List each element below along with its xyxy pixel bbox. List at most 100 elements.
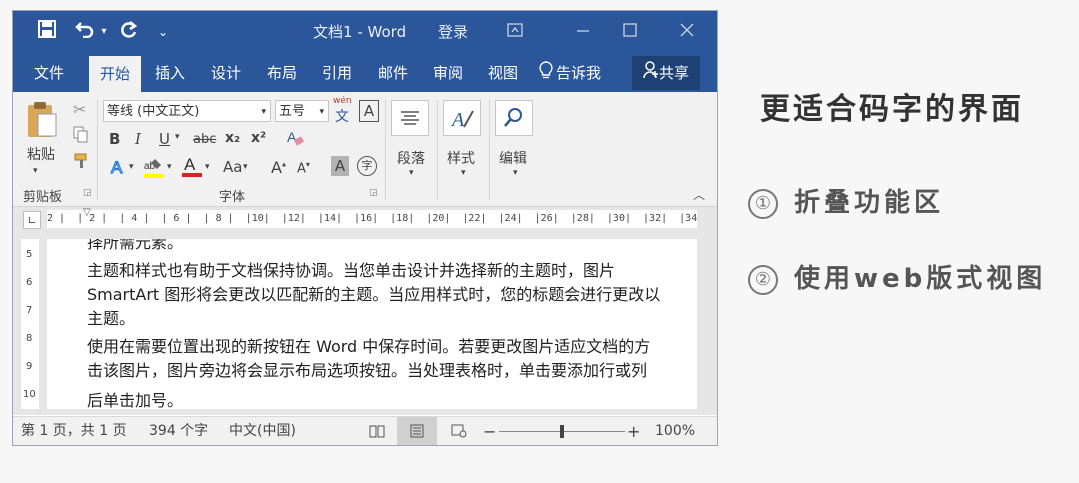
document-line: 主题和样式也有助于文档保持协调。当您单击设计并选择新的主题时，图片 (87, 261, 616, 280)
paste-icon[interactable] (25, 100, 59, 144)
number-badge: ① (748, 188, 778, 219)
grow-font-button[interactable]: A▴ (271, 158, 286, 177)
tab-review[interactable]: 审阅 (422, 54, 474, 92)
tab-layout[interactable]: 布局 (256, 54, 308, 92)
editing-dropdown-icon[interactable]: ▾ (513, 168, 518, 178)
read-mode-icon[interactable] (365, 417, 389, 445)
language-indicator[interactable]: 中文(中国) (229, 417, 296, 445)
collapse-ribbon-icon[interactable]: ︿ (693, 186, 705, 203)
indent-marker-icon[interactable]: ▽ (83, 207, 91, 218)
zoom-in-button[interactable]: + (627, 417, 640, 445)
styles-icon[interactable]: A (443, 100, 481, 136)
tab-view[interactable]: 视图 (477, 54, 529, 92)
zoom-thumb[interactable] (560, 425, 564, 438)
font-color-dropdown-icon[interactable]: ▾ (205, 162, 210, 172)
document-line: 击该图片，图片旁边将会显示布局选项按钮。当处理表格时，单击要添加行或列 (87, 361, 648, 380)
tell-me-label: 告诉我 (556, 64, 602, 82)
enclose-characters-button[interactable]: 字 (357, 156, 377, 176)
lightbulb-icon (539, 55, 553, 93)
undo-icon[interactable] (73, 20, 97, 44)
highlight-icon[interactable]: ab (141, 156, 167, 184)
ruler-marks: 2 | | 2 | | 4 | | 6 | | 8 | |10| |12| |1… (47, 210, 697, 228)
redo-icon[interactable] (117, 20, 141, 44)
shrink-font-button[interactable]: A▾ (297, 160, 310, 176)
phonetic-pinyin: wén (333, 96, 352, 106)
phonetic-guide-icon[interactable]: wén 文 (333, 96, 352, 126)
print-layout-icon[interactable] (397, 417, 437, 445)
superscript-button[interactable]: x² (251, 130, 266, 146)
document-page[interactable]: 择所需元素。 主题和样式也有助于文档保持协调。当您单击设计并选择新的主题时，图片… (47, 239, 697, 409)
web-layout-icon[interactable] (447, 417, 471, 445)
svg-text:A: A (111, 158, 123, 177)
tab-mailings[interactable]: 邮件 (367, 54, 419, 92)
undo-dropdown-icon[interactable]: ▾ (97, 20, 111, 44)
change-case-button[interactable]: Aa (223, 158, 242, 176)
document-line: 主题。 (87, 309, 136, 328)
customize-quick-access-icon[interactable]: ⌄ (155, 20, 171, 44)
document-line: 择所需元素。 (87, 239, 184, 252)
font-color-icon[interactable]: A (181, 154, 203, 182)
minimize-icon[interactable] (571, 20, 595, 44)
editing-button[interactable]: 编辑 (499, 148, 527, 168)
paste-dropdown-icon[interactable]: ▾ (33, 166, 38, 176)
copy-icon[interactable] (73, 126, 89, 148)
tab-references[interactable]: 引用 (311, 54, 363, 92)
login-link[interactable]: 登录 (438, 20, 468, 44)
vruler-mark: 5 (26, 249, 33, 260)
vruler-mark: 10 (23, 389, 36, 400)
save-icon[interactable] (35, 20, 59, 44)
strikethrough-button[interactable]: abc (193, 132, 216, 147)
tab-selector-icon[interactable]: ∟ (23, 211, 41, 229)
vruler-mark: 8 (26, 333, 33, 344)
horizontal-ruler: ∟ 2 | | 2 | | 4 | | 6 | | 8 | |10| |12| … (13, 207, 717, 233)
underline-button[interactable]: U (159, 130, 170, 148)
zoom-slider[interactable] (499, 417, 625, 445)
paragraph-dropdown-icon[interactable]: ▾ (409, 168, 414, 178)
cut-icon[interactable]: ✂ (73, 100, 86, 119)
zoom-level[interactable]: 100% (655, 417, 695, 445)
zoom-out-button[interactable]: − (483, 417, 496, 445)
text-effects-icon[interactable]: A (109, 156, 129, 182)
document-title: 文档1 - Word (313, 20, 406, 44)
font-group-label: 字体 (219, 190, 246, 205)
paragraph-icon[interactable] (391, 100, 429, 136)
bold-button[interactable]: B (109, 130, 120, 148)
font-size-select[interactable]: 五号 ▾ (275, 100, 329, 122)
clipboard-group-label: 剪贴板 (23, 190, 63, 205)
character-shading-button[interactable]: A (331, 156, 349, 176)
shrink-font-label: A (297, 161, 306, 177)
person-icon (643, 57, 659, 91)
underline-dropdown-icon[interactable]: ▾ (175, 132, 180, 142)
chevron-down-icon: ▾ (319, 107, 324, 117)
text-effects-dropdown-icon[interactable]: ▾ (129, 162, 134, 172)
paragraph-button[interactable]: 段落 (397, 148, 425, 168)
tab-file[interactable]: 文件 (23, 54, 75, 92)
highlight-dropdown-icon[interactable]: ▾ (167, 162, 172, 172)
word-count[interactable]: 394 个字 (149, 417, 208, 445)
tab-insert[interactable]: 插入 (144, 54, 196, 92)
page-count[interactable]: 第 1 页，共 1 页 (21, 417, 127, 445)
clear-formatting-icon[interactable]: A (285, 128, 305, 152)
maximize-icon[interactable] (618, 20, 642, 44)
font-launcher-icon[interactable]: ◲ (369, 188, 378, 198)
change-case-dropdown-icon[interactable]: ▾ (243, 162, 248, 172)
paste-label[interactable]: 粘贴 (27, 144, 55, 164)
close-icon[interactable] (675, 20, 699, 44)
word-window: ▾ ⌄ 文档1 - Word 登录 文件 开始 插入 设计 布局 引用 邮件 审… (12, 10, 718, 446)
tab-home[interactable]: 开始 (89, 56, 141, 92)
character-border-icon[interactable]: A (359, 100, 379, 122)
font-name-select[interactable]: 等线 (中文正文) ▾ (103, 100, 271, 122)
format-painter-icon[interactable] (73, 152, 91, 174)
ribbon-display-options-icon[interactable] (503, 20, 527, 44)
doc-name: 文档1 (313, 23, 353, 41)
divider (385, 100, 386, 200)
italic-button[interactable]: I (135, 130, 141, 148)
share-button[interactable]: 共享 (632, 56, 700, 90)
tab-design[interactable]: 设计 (200, 54, 252, 92)
clipboard-launcher-icon[interactable]: ◲ (83, 188, 92, 198)
subscript-button[interactable]: x₂ (225, 130, 240, 146)
tell-me-box[interactable]: 告诉我 (539, 54, 613, 92)
styles-button[interactable]: 样式 (447, 148, 475, 168)
search-icon[interactable] (495, 100, 533, 136)
styles-dropdown-icon[interactable]: ▾ (461, 168, 466, 178)
